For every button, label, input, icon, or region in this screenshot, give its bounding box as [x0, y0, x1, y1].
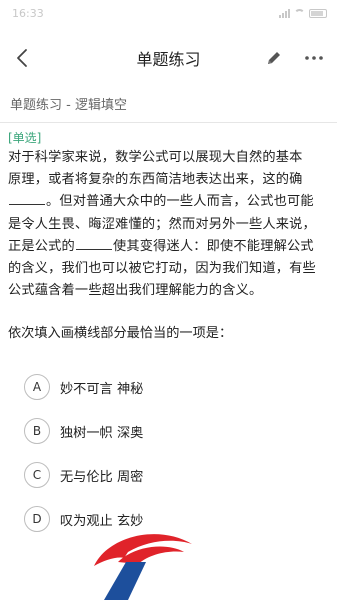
status-time: 16:33 — [12, 6, 44, 20]
question-line: 是令人生畏、晦涩难懂的；然而对另外一些人来说， — [8, 216, 316, 232]
question-line-segment: 。但对普通大众中的一些人而言，公式也可能 — [46, 194, 314, 210]
question-type-tag: [单选] — [8, 131, 42, 145]
question-line: 原理，或者将复杂的东西简洁地表达出来，这的确 — [8, 172, 303, 188]
status-bar: 16:33 — [0, 0, 337, 26]
signal-icon — [279, 8, 290, 18]
option-a[interactable]: A 妙不可言 神秘 — [24, 372, 329, 402]
question-line: 的含义，我们也可以被它打动，因为我们知道，有些 — [8, 261, 316, 277]
breadcrumb: 单题练习 - 逻辑填空 — [10, 97, 127, 113]
nav-bar: 单题练习 — [0, 26, 337, 90]
options-list: A 妙不可言 神秘 B 独树一帜 深奥 C 无与伦比 周密 D 叹为观止 玄妙 — [8, 372, 329, 534]
option-text: 无与伦比 周密 — [60, 469, 144, 485]
chevron-left-icon — [17, 49, 27, 67]
status-icons — [279, 8, 327, 18]
watermark-logo — [94, 534, 192, 600]
question-line: 正是公式的 使其变得迷人：即使不能理解公式 — [8, 236, 329, 258]
battery-icon — [309, 8, 327, 18]
blank-1 — [9, 191, 45, 206]
question-text: 对于科学家来说，数学公式可以展现大自然的基本 原理，或者将复杂的东西简洁地表达出… — [8, 147, 329, 302]
nav-actions — [257, 41, 331, 75]
more-button[interactable] — [297, 41, 331, 75]
more-dots-icon — [305, 56, 323, 60]
option-c[interactable]: C 无与伦比 周密 — [24, 460, 329, 490]
pencil-icon — [268, 52, 280, 64]
option-letter: B — [24, 418, 50, 445]
question-line: 。但对普通大众中的一些人而言，公式也可能 — [8, 191, 329, 213]
option-letter: D — [24, 506, 50, 533]
option-text: 妙不可言 神秘 — [60, 381, 144, 397]
question-line-segment: 使其变得迷人：即使不能理解公式 — [112, 238, 314, 254]
question-line-segment: 正是公式的 — [8, 238, 75, 254]
option-text: 独树一帜 深奥 — [60, 425, 144, 441]
question-line: 对于科学家来说，数学公式可以展现大自然的基本 — [8, 150, 303, 165]
option-b[interactable]: B 独树一帜 深奥 — [24, 416, 329, 446]
option-letter: C — [24, 462, 50, 489]
back-button[interactable] — [0, 36, 44, 80]
edit-button[interactable] — [257, 41, 291, 75]
question-line: 公式蕴含着一些超出我们理解能力的含义。 — [8, 283, 263, 299]
option-letter: A — [24, 374, 50, 401]
wifi-icon — [294, 9, 305, 17]
question-prompt: 依次填入画横线部分最恰当的一项是： — [8, 326, 233, 342]
blank-2 — [75, 236, 112, 250]
question-area: [单选] 对于科学家来说，数学公式可以展现大自然的基本 原理，或者将复杂的东西简… — [0, 123, 337, 534]
